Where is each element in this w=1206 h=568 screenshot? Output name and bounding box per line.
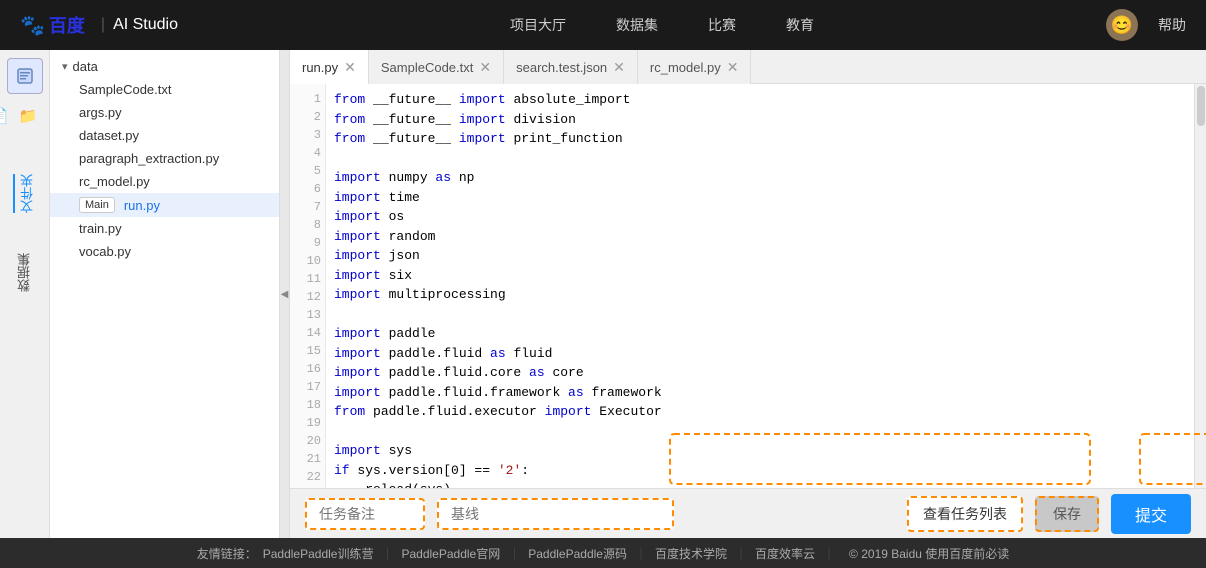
file-name: run.py — [124, 198, 160, 213]
new-file-button[interactable]: 📄 — [0, 104, 12, 128]
nav-datasets[interactable]: 数据集 — [616, 15, 658, 35]
footer-link-2[interactable]: PaddlePaddle官网 — [401, 545, 500, 562]
tab-samplecode[interactable]: SampleCode.txt ✕ — [369, 50, 504, 84]
sidebar-files-icon[interactable] — [7, 58, 43, 94]
logo-studio-text: AI Studio — [113, 16, 178, 34]
tab-close-icon[interactable]: ✕ — [479, 60, 491, 74]
file-train[interactable]: train.py — [50, 217, 279, 240]
new-folder-button[interactable]: 📁 — [16, 104, 41, 128]
help-link[interactable]: 帮助 — [1158, 15, 1186, 35]
file-rcmodel[interactable]: rc_model.py — [50, 170, 279, 193]
tab-close-icon[interactable]: ✕ — [727, 60, 739, 74]
file-paragraph[interactable]: paragraph_extraction.py — [50, 147, 279, 170]
tab-label: rc_model.py — [650, 60, 721, 75]
bottom-bar: 查看任务列表 保存 提交 — [290, 488, 1206, 538]
nav-competitions[interactable]: 比赛 — [708, 15, 736, 35]
logo-baidu-text: 百度 — [49, 12, 85, 38]
scrollbar-thumb[interactable] — [1197, 86, 1205, 126]
submit-button[interactable]: 提交 — [1111, 494, 1191, 534]
file-name: rc_model.py — [79, 174, 150, 189]
file-vocab[interactable]: vocab.py — [50, 240, 279, 263]
footer: 友情链接： PaddlePaddle训练营 ｜ PaddlePaddle官网 ｜… — [0, 538, 1206, 568]
logo: 🐾 百度 | AI Studio — [20, 12, 178, 38]
footer-link-4[interactable]: 百度技术学院 — [655, 545, 727, 562]
code-editor[interactable]: from __future__ import absolute_import f… — [326, 84, 1194, 488]
scrollbar[interactable] — [1194, 84, 1206, 488]
file-args[interactable]: args.py — [50, 101, 279, 124]
collapse-icon: ◀ — [281, 289, 289, 300]
editor-tabs: run.py ✕ SampleCode.txt ✕ search.test.js… — [290, 50, 1206, 84]
logo-paw-icon: 🐾 — [20, 13, 45, 38]
nav-projects[interactable]: 项目大厅 — [510, 15, 566, 35]
logo-divider: | — [101, 16, 105, 34]
file-samplecode[interactable]: SampleCode.txt — [50, 78, 279, 101]
avatar[interactable]: 😊 — [1106, 9, 1138, 41]
baseline-input[interactable] — [437, 498, 674, 530]
save-button[interactable]: 保存 — [1035, 496, 1099, 532]
tab-run-py[interactable]: run.py ✕ — [290, 50, 369, 84]
tab-rc-model[interactable]: rc_model.py ✕ — [638, 50, 752, 84]
file-name: dataset.py — [79, 128, 139, 143]
tab-search-test[interactable]: search.test.json ✕ — [504, 50, 638, 84]
file-tree: ▾ data SampleCode.txt args.py dataset.py… — [50, 50, 279, 538]
tab-label: SampleCode.txt — [381, 60, 474, 75]
sidebar-icons-panel: 📄 📁 ⬆ 文件夹 数据集 — [0, 50, 50, 538]
tab-close-icon[interactable]: ✕ — [344, 60, 356, 74]
file-toolbar: 📄 📁 ⬆ — [0, 104, 49, 128]
tab-label: search.test.json — [516, 60, 607, 75]
sidebar-label-datasets[interactable]: 数据集 — [15, 253, 34, 292]
folder-chevron: ▾ — [62, 60, 68, 73]
folder-data[interactable]: ▾ data — [50, 55, 279, 78]
tab-label: run.py — [302, 60, 338, 75]
sidebar-vertical-labels: 文件夹 数据集 — [13, 134, 37, 538]
tab-close-icon[interactable]: ✕ — [613, 60, 625, 74]
footer-copyright: © 2019 Baidu 使用百度前必读 — [849, 545, 1009, 562]
editor-body: 123456789101112131415161718192021222324 … — [290, 84, 1206, 488]
folder-name: data — [73, 59, 98, 74]
header: 🐾 百度 | AI Studio 项目大厅 数据集 比赛 教育 😊 帮助 — [0, 0, 1206, 50]
header-nav: 项目大厅 数据集 比赛 教育 — [218, 15, 1106, 35]
file-name: vocab.py — [79, 244, 131, 259]
task-note-input[interactable] — [305, 498, 425, 530]
file-name: train.py — [79, 221, 122, 236]
nav-education[interactable]: 教育 — [786, 15, 814, 35]
footer-link-3[interactable]: PaddlePaddle源码 — [528, 545, 627, 562]
view-tasks-button[interactable]: 查看任务列表 — [907, 496, 1023, 532]
footer-link-5[interactable]: 百度效率云 — [755, 545, 815, 562]
file-name: paragraph_extraction.py — [79, 151, 219, 166]
footer-prefix: 友情链接： — [197, 545, 257, 562]
editor-container: run.py ✕ SampleCode.txt ✕ search.test.js… — [290, 50, 1206, 538]
footer-link-1[interactable]: PaddlePaddle训练营 — [263, 545, 374, 562]
file-panel: ▾ data SampleCode.txt args.py dataset.py… — [50, 50, 280, 538]
file-run[interactable]: Main run.py — [50, 193, 279, 217]
line-numbers: 123456789101112131415161718192021222324 — [290, 84, 326, 488]
file-name: args.py — [79, 105, 122, 120]
sidebar-label-files[interactable]: 文件夹 — [13, 174, 37, 213]
file-name: SampleCode.txt — [79, 82, 172, 97]
panel-collapse-button[interactable]: ◀ — [280, 50, 290, 538]
file-dataset[interactable]: dataset.py — [50, 124, 279, 147]
main-container: 📄 📁 ⬆ 文件夹 数据集 ▾ data SampleCode.txt args… — [0, 50, 1206, 538]
main-badge: Main — [79, 197, 115, 213]
header-right: 😊 帮助 — [1106, 9, 1186, 41]
